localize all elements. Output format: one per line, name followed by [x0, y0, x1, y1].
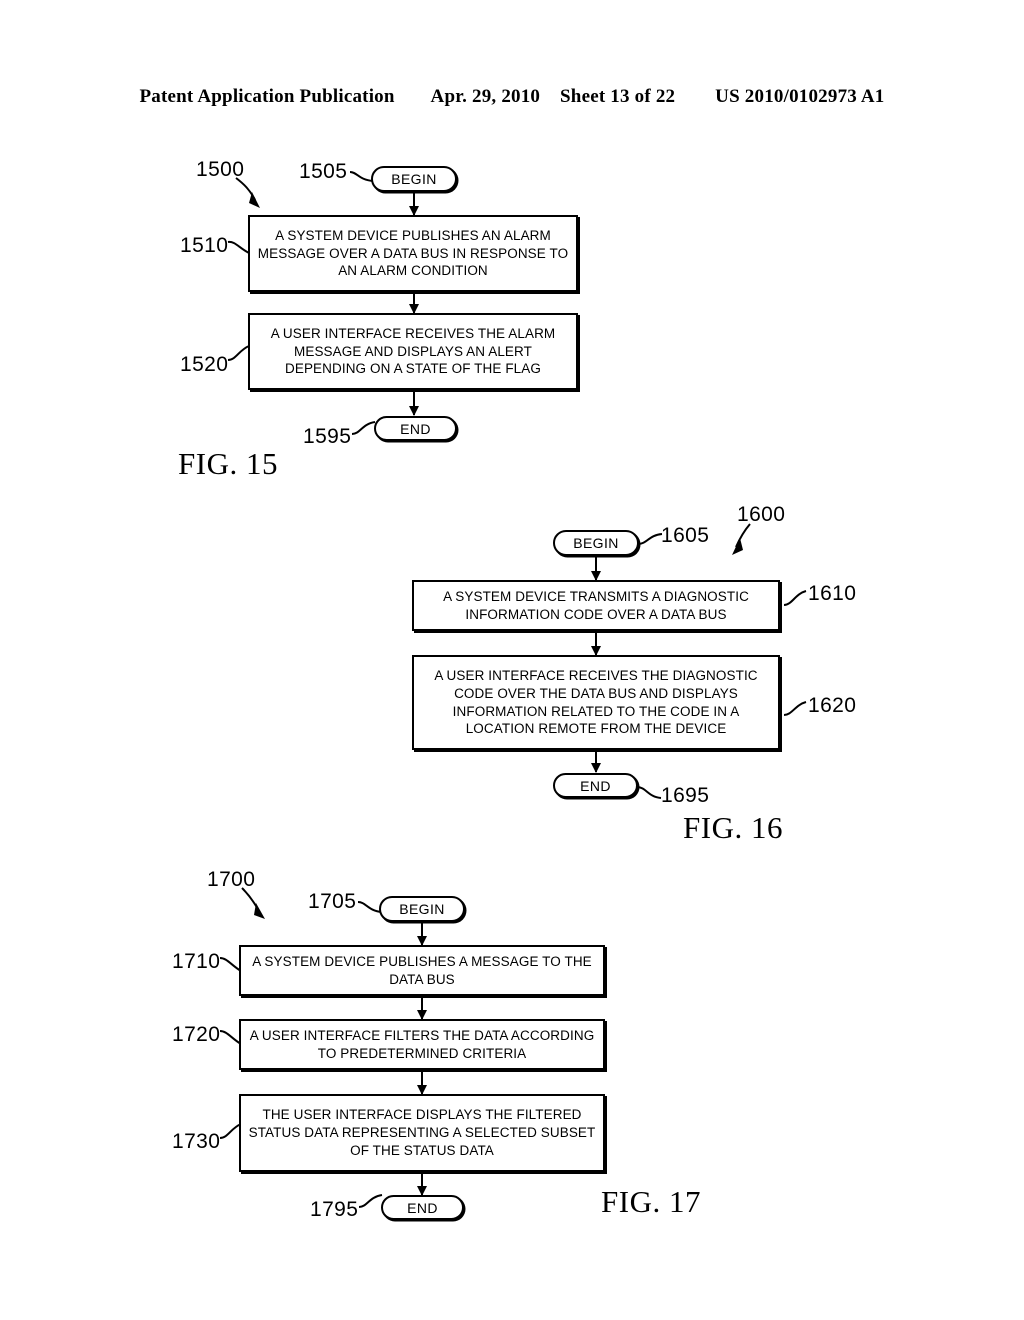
flow-ref-1600-arrow — [732, 523, 751, 555]
connector-1605-to-1610 — [595, 556, 597, 580]
process-box-1720-text: A USER INTERFACE FILTERS THE DATA ACCORD… — [249, 1027, 595, 1061]
process-box-1520[interactable]: A USER INTERFACE RECEIVES THE ALARM MESS… — [248, 313, 578, 390]
node-ref-1620: 1620 — [808, 694, 857, 717]
process-box-1520-text: A USER INTERFACE RECEIVES THE ALARM MESS… — [270, 325, 556, 377]
process-box-1730-text: THE USER INTERFACE DISPLAYS THE FILTERED… — [248, 1107, 596, 1158]
node-ref-1510: 1510 — [180, 234, 229, 257]
connector-1705-to-1710 — [421, 922, 423, 945]
node-ref-1695: 1695 — [661, 784, 710, 807]
flow-ref-1700-arrow — [241, 887, 265, 919]
process-box-1620-text: A USER INTERFACE RECEIVES THE DIAGNOSTIC… — [434, 667, 758, 737]
header-sheet: Sheet 13 of 22 — [560, 86, 676, 107]
node-ref-1610-leader — [783, 590, 807, 606]
terminal-begin-1705[interactable]: BEGIN — [379, 896, 465, 922]
terminal-end-1595[interactable]: END — [374, 416, 457, 441]
connector-1610-to-1620 — [595, 631, 597, 655]
terminal-end-1595-label: END — [400, 420, 431, 437]
terminal-begin-1505-label: BEGIN — [391, 171, 437, 187]
connector-1720-to-1730 — [421, 1070, 423, 1094]
process-box-1720[interactable]: A USER INTERFACE FILTERS THE DATA ACCORD… — [239, 1019, 605, 1070]
figure-15-caption: FIG. 15 — [178, 446, 278, 481]
process-box-1620[interactable]: A USER INTERFACE RECEIVES THE DIAGNOSTIC… — [412, 655, 780, 750]
node-ref-1695-leader — [636, 786, 662, 799]
node-ref-1720: 1720 — [172, 1023, 221, 1046]
node-ref-1730: 1730 — [172, 1130, 221, 1153]
process-box-1510[interactable]: A SYSTEM DEVICE PUBLISHES AN ALARM MESSA… — [248, 215, 578, 292]
process-box-1610-text: A SYSTEM DEVICE TRANSMITS A DIAGNOSTIC I… — [443, 588, 749, 622]
flow-ref-1500-arrow — [235, 177, 260, 208]
node-ref-1595: 1595 — [303, 425, 352, 448]
node-ref-1795: 1795 — [310, 1198, 359, 1221]
connector-1505-to-1510 — [413, 192, 415, 215]
terminal-begin-1605[interactable]: BEGIN — [553, 530, 639, 556]
figure-17-caption: FIG. 17 — [601, 1184, 701, 1219]
connector-1520-to-1595 — [413, 390, 415, 415]
node-ref-1710: 1710 — [172, 950, 221, 973]
process-box-1710[interactable]: A SYSTEM DEVICE PUBLISHES A MESSAGE TO T… — [239, 945, 605, 996]
connector-1620-to-1695 — [595, 750, 597, 772]
terminal-begin-1505[interactable]: BEGIN — [371, 166, 457, 192]
node-ref-1520: 1520 — [180, 353, 229, 376]
terminal-begin-1605-label: BEGIN — [573, 535, 619, 551]
connector-1710-to-1720 — [421, 996, 423, 1019]
node-ref-1610: 1610 — [808, 582, 857, 605]
process-box-1610[interactable]: A SYSTEM DEVICE TRANSMITS A DIAGNOSTIC I… — [412, 580, 780, 631]
process-box-1710-text: A SYSTEM DEVICE PUBLISHES A MESSAGE TO T… — [252, 953, 592, 987]
terminal-end-1795[interactable]: END — [381, 1195, 464, 1220]
connector-1730-to-1795 — [421, 1172, 423, 1195]
node-ref-1605: 1605 — [661, 524, 710, 547]
header-patent-number: US 2010/0102973 A1 — [715, 86, 885, 107]
connector-1510-to-1520 — [413, 292, 415, 313]
page-header: Patent Application Publication Apr. 29, … — [0, 86, 1024, 108]
node-ref-1705: 1705 — [308, 890, 357, 913]
node-ref-1620-leader — [783, 701, 807, 716]
figure-16-caption: FIG. 16 — [683, 810, 783, 845]
header-date: Apr. 29, 2010 — [430, 86, 541, 107]
terminal-end-1795-label: END — [407, 1199, 438, 1216]
process-box-1730[interactable]: THE USER INTERFACE DISPLAYS THE FILTERED… — [239, 1094, 605, 1172]
process-box-1510-text: A SYSTEM DEVICE PUBLISHES AN ALARM MESSA… — [257, 227, 569, 279]
header-publication: Patent Application Publication — [139, 86, 395, 107]
terminal-begin-1705-label: BEGIN — [399, 901, 445, 917]
node-ref-1505: 1505 — [299, 160, 348, 183]
terminal-end-1695-label: END — [580, 777, 611, 794]
terminal-end-1695[interactable]: END — [553, 773, 638, 798]
